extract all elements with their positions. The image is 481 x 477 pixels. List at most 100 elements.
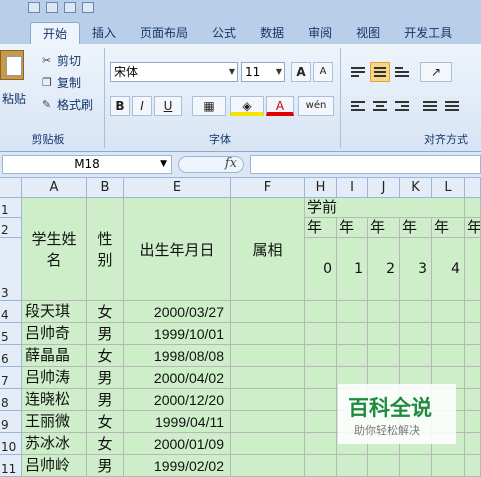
row-header-8[interactable]: 8 [0, 389, 22, 411]
bold-button[interactable]: B [110, 96, 130, 116]
grid-cell[interactable] [368, 345, 400, 367]
column-header-f[interactable]: F [231, 178, 305, 198]
grid-cell[interactable] [465, 433, 481, 455]
column-header-e[interactable]: E [124, 178, 231, 198]
tab-page-layout[interactable]: 页面布局 [128, 22, 200, 44]
header-cell-zodiac[interactable]: 属相 [231, 198, 305, 301]
header-cell-birth[interactable]: 出生年月日 [124, 198, 231, 301]
gender-cell[interactable]: 男 [87, 455, 124, 477]
grid-cell[interactable] [465, 301, 481, 323]
grid-cell[interactable] [305, 345, 337, 367]
grid-cell[interactable] [231, 345, 305, 367]
row-header-4[interactable]: 4 [0, 301, 22, 323]
decrease-indent-button[interactable] [420, 96, 440, 116]
row-header-3[interactable]: 3 [0, 238, 22, 301]
grid-cell[interactable] [465, 455, 481, 477]
fill-color-button[interactable]: ◈ [230, 96, 264, 116]
grid-cell[interactable] [432, 345, 465, 367]
worksheet-grid[interactable]: A B E F H I J K L 1 2 3 4 5 6 7 8 9 10 1… [0, 178, 481, 477]
gender-cell[interactable]: 女 [87, 411, 124, 433]
row-header-6[interactable]: 6 [0, 345, 22, 367]
grid-cell[interactable] [305, 301, 337, 323]
grid-cell[interactable] [465, 389, 481, 411]
row-header-1[interactable]: 1 [0, 198, 22, 218]
grid-cell[interactable] [400, 345, 432, 367]
birth-cell[interactable]: 2000/04/02 [124, 367, 231, 389]
column-header-l[interactable]: L [432, 178, 465, 198]
align-top-button[interactable] [348, 62, 368, 82]
grid-cell[interactable] [400, 455, 432, 477]
header-cell-year[interactable]: 年 [305, 218, 337, 238]
grid-cell[interactable] [305, 455, 337, 477]
font-size-select[interactable]: 11 ▼ [241, 62, 285, 82]
tab-formulas[interactable]: 公式 [200, 22, 248, 44]
birth-cell[interactable]: 2000/12/20 [124, 389, 231, 411]
grid-cell[interactable] [305, 389, 337, 411]
align-left-button[interactable] [348, 96, 368, 116]
birth-cell[interactable]: 1998/08/08 [124, 345, 231, 367]
grid-cell[interactable] [432, 455, 465, 477]
grid-cell[interactable] [231, 323, 305, 345]
save-icon[interactable] [28, 1, 40, 13]
grid-cell[interactable] [231, 389, 305, 411]
tab-insert[interactable]: 插入 [80, 22, 128, 44]
grid-cell[interactable] [337, 455, 368, 477]
phonetic-guide-button[interactable]: wén [298, 96, 334, 116]
grid-cell[interactable] [368, 455, 400, 477]
grow-font-button[interactable]: A [291, 62, 311, 82]
grid-cell[interactable] [400, 301, 432, 323]
grid-cell[interactable] [305, 367, 337, 389]
gender-cell[interactable]: 女 [87, 433, 124, 455]
birth-cell[interactable]: 1999/02/02 [124, 455, 231, 477]
grid-cell[interactable] [337, 301, 368, 323]
column-header-a[interactable]: A [22, 178, 87, 198]
row-header-9[interactable]: 9 [0, 411, 22, 433]
align-right-button[interactable] [392, 96, 412, 116]
gender-cell[interactable]: 女 [87, 301, 124, 323]
gender-cell[interactable]: 男 [87, 389, 124, 411]
format-painter-button[interactable]: ✎ 格式刷 [42, 96, 93, 113]
grid-cell[interactable] [368, 323, 400, 345]
align-bottom-button[interactable] [392, 62, 412, 82]
name-cell[interactable]: 苏冰冰 [22, 433, 87, 455]
grid-cell[interactable] [432, 323, 465, 345]
grid-cell[interactable] [465, 345, 481, 367]
row-header-10[interactable]: 10 [0, 433, 22, 455]
grid-cell[interactable] [465, 238, 481, 301]
underline-button[interactable]: U [154, 96, 182, 116]
header-cell-year[interactable]: 年 [400, 218, 432, 238]
year-number-cell[interactable]: 0 [305, 238, 337, 301]
column-header-b[interactable]: B [87, 178, 124, 198]
tab-view[interactable]: 视图 [344, 22, 392, 44]
grid-cell[interactable] [305, 411, 337, 433]
column-header-h[interactable]: H [305, 178, 337, 198]
grid-cell[interactable] [231, 301, 305, 323]
name-box[interactable]: M18 ▼ [2, 155, 172, 174]
column-header-j[interactable]: J [368, 178, 400, 198]
name-cell[interactable]: 连晓松 [22, 389, 87, 411]
birth-cell[interactable]: 1999/10/01 [124, 323, 231, 345]
increase-indent-button[interactable] [442, 96, 462, 116]
undo-icon[interactable] [46, 1, 58, 13]
column-header-i[interactable]: I [337, 178, 368, 198]
name-cell[interactable]: 吕帅奇 [22, 323, 87, 345]
name-cell[interactable]: 王丽微 [22, 411, 87, 433]
birth-cell[interactable]: 1999/04/11 [124, 411, 231, 433]
row-header-11[interactable]: 11 [0, 455, 22, 477]
redo-icon[interactable] [64, 1, 76, 13]
grid-cell[interactable] [337, 323, 368, 345]
row-header-2[interactable]: 2 [0, 218, 22, 238]
year-number-cell[interactable]: 4 [432, 238, 465, 301]
grid-cell[interactable] [465, 411, 481, 433]
name-cell[interactable]: 吕帅岭 [22, 455, 87, 477]
name-cell[interactable]: 吕帅涛 [22, 367, 87, 389]
grid-cell[interactable] [231, 367, 305, 389]
row-header-7[interactable]: 7 [0, 367, 22, 389]
grid-cell[interactable] [368, 301, 400, 323]
grid-cell[interactable] [231, 411, 305, 433]
header-cell-gender[interactable]: 性别 [87, 198, 124, 301]
orientation-button[interactable]: ↗ [420, 62, 452, 82]
grid-cell[interactable] [465, 198, 481, 218]
font-name-select[interactable]: 宋体 ▼ [110, 62, 238, 82]
grid-cell[interactable] [400, 323, 432, 345]
